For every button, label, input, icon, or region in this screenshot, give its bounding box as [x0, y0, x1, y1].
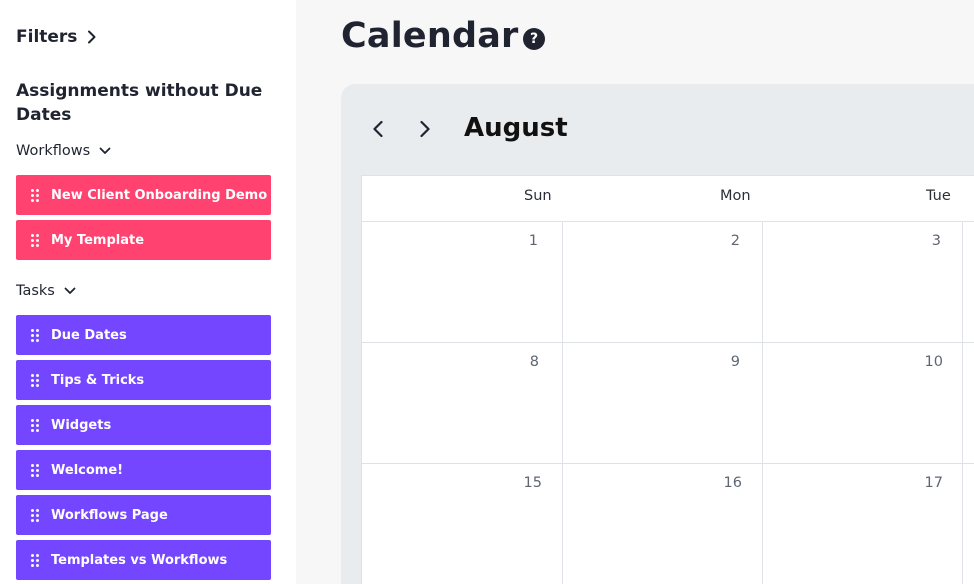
filters-label: Filters [16, 27, 78, 47]
grid-divider [562, 221, 563, 584]
workflows-section-toggle[interactable]: Workflows [16, 143, 111, 159]
calendar-grid [361, 175, 974, 584]
workflow-item-label: New Client Onboarding Demo [51, 187, 268, 203]
task-item[interactable]: Widgets [16, 405, 271, 445]
sidebar: Filters Assignments without Due Dates Wo… [0, 0, 296, 584]
task-item-label: Welcome! [51, 462, 124, 478]
drag-handle-icon[interactable] [31, 373, 39, 387]
chevron-down-icon [64, 287, 76, 294]
tasks-section-label: Tasks [16, 283, 55, 299]
help-icon[interactable]: ? [523, 28, 545, 50]
day-cell[interactable]: 17 [903, 475, 943, 491]
day-cell[interactable]: 8 [499, 354, 539, 370]
tasks-section-toggle[interactable]: Tasks [16, 283, 76, 299]
day-cell[interactable]: 1 [498, 233, 538, 249]
task-item-label: Due Dates [51, 327, 127, 343]
day-cell[interactable]: 2 [700, 233, 740, 249]
task-item[interactable]: Welcome! [16, 450, 271, 490]
task-item[interactable]: Templates vs Workflows [16, 540, 271, 580]
workflow-item[interactable]: My Template [16, 220, 271, 260]
weekday-header: Sun [524, 188, 552, 204]
grid-divider [362, 463, 974, 464]
chevron-right-icon [88, 30, 96, 44]
next-month-button[interactable] [414, 118, 436, 140]
drag-handle-icon[interactable] [31, 553, 39, 567]
filters-toggle[interactable]: Filters [16, 27, 97, 47]
grid-divider [762, 221, 763, 584]
previous-month-button[interactable] [367, 118, 389, 140]
task-item[interactable]: Tips & Tricks [16, 360, 271, 400]
page-title: Calendar [341, 16, 519, 56]
workflow-item-label: My Template [51, 232, 145, 248]
day-cell[interactable]: 16 [702, 475, 742, 491]
task-item-label: Widgets [51, 417, 112, 433]
day-cell[interactable]: 15 [502, 475, 542, 491]
help-icon-glyph: ? [529, 31, 539, 47]
current-month: August [464, 113, 568, 143]
task-item[interactable]: Workflows Page [16, 495, 271, 535]
chevron-down-icon [99, 147, 111, 154]
drag-handle-icon[interactable] [31, 463, 39, 477]
workflow-item[interactable]: New Client Onboarding Demo [16, 175, 271, 215]
day-cell[interactable]: 9 [700, 354, 740, 370]
workflows-section-label: Workflows [16, 143, 91, 159]
drag-handle-icon[interactable] [31, 328, 39, 342]
drag-handle-icon[interactable] [31, 508, 39, 522]
section-title: Assignments without Due Dates [16, 81, 263, 125]
grid-divider [362, 221, 974, 222]
task-item[interactable]: Due Dates [16, 315, 271, 355]
chevron-left-icon [373, 120, 383, 138]
day-cell[interactable]: 3 [901, 233, 941, 249]
task-item-label: Templates vs Workflows [51, 552, 228, 568]
grid-divider [962, 221, 963, 584]
weekday-header: Tue [926, 188, 951, 204]
weekday-header: Mon [720, 188, 751, 204]
task-item-label: Tips & Tricks [51, 372, 145, 388]
grid-divider [362, 342, 974, 343]
drag-handle-icon[interactable] [31, 418, 39, 432]
day-cell[interactable]: 10 [903, 354, 943, 370]
drag-handle-icon[interactable] [31, 233, 39, 247]
chevron-right-icon [420, 120, 430, 138]
task-item-label: Workflows Page [51, 507, 168, 523]
drag-handle-icon[interactable] [31, 188, 39, 202]
